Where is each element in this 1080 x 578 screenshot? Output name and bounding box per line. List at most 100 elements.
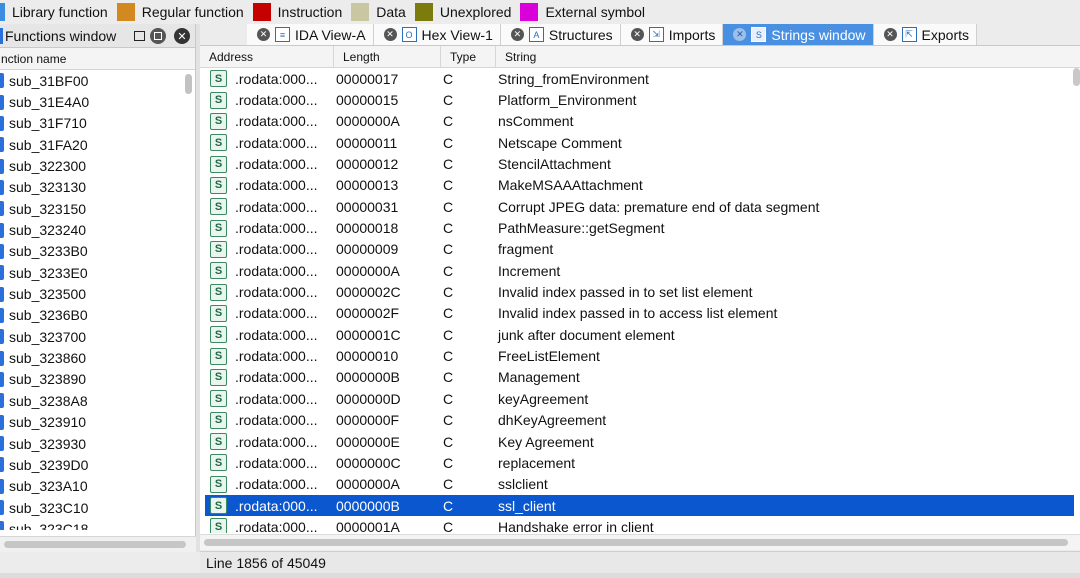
table-row[interactable]: S .rodata:000... 0000000B C Management xyxy=(205,367,1074,388)
hex-view-icon: O xyxy=(401,27,417,42)
table-row[interactable]: S .rodata:000... 00000031 C Corrupt JPEG dat… xyxy=(205,196,1074,217)
close-tab-icon[interactable]: ✕ xyxy=(383,28,397,41)
function-list-item[interactable]: sub_323C10 xyxy=(0,497,195,518)
close-icon[interactable]: ✕ xyxy=(174,28,190,44)
close-tab-icon[interactable]: ✕ xyxy=(257,28,270,41)
cell-string: Handshake error in client xyxy=(498,518,654,533)
tab-label: Exports xyxy=(921,26,969,43)
close-tab-icon[interactable]: ✕ xyxy=(733,28,747,41)
function-list-item[interactable]: sub_322300 xyxy=(0,155,195,176)
string-icon: S xyxy=(210,433,227,451)
horizontal-scrollbar[interactable] xyxy=(200,534,1080,550)
functions-window: Functions window ✕ nction name sub_31BF0… xyxy=(0,24,196,552)
table-row[interactable]: S .rodata:000... 00000017 C String_fromEnvir… xyxy=(205,68,1074,89)
cell-string: Platform_Environment xyxy=(498,92,637,109)
table-row[interactable]: S .rodata:000... 0000001A C Handshake error … xyxy=(205,516,1074,533)
table-row[interactable]: S .rodata:000... 0000002C C Invalid index pa… xyxy=(205,281,1074,302)
table-row[interactable]: S .rodata:000... 0000000B Cssl_client xyxy=(205,494,1074,517)
function-list-item[interactable]: sub_323130 xyxy=(0,177,195,198)
cell-type: C xyxy=(443,284,454,301)
vertical-scrollbar[interactable] xyxy=(1073,68,1080,86)
float-window-icon[interactable] xyxy=(150,28,166,44)
tab-strings-window[interactable]: ✕ S Strings window xyxy=(723,24,874,45)
table-row[interactable]: S .rodata:000... 0000000A Csslclient xyxy=(205,474,1074,495)
function-list-item[interactable]: sub_3233B0 xyxy=(0,241,195,262)
tab-hex-view-1[interactable]: ✕ O Hex View-1 xyxy=(373,24,501,45)
function-icon xyxy=(0,307,4,323)
function-icon xyxy=(0,393,4,409)
close-tab-icon[interactable]: ✕ xyxy=(630,28,644,41)
close-tab-icon[interactable]: ✕ xyxy=(883,28,897,41)
table-row[interactable]: S .rodata:000... 00000015 C Platform_Environ… xyxy=(205,89,1074,110)
string-icon: S xyxy=(210,497,227,515)
table-row[interactable]: S .rodata:000... 0000000F CdhKeyAgreement xyxy=(205,410,1074,431)
cell-address: .rodata:000... xyxy=(235,476,318,493)
table-row[interactable]: S .rodata:000... 00000011 C Netscape Comment xyxy=(205,132,1074,153)
function-list-item[interactable]: sub_31BF00 xyxy=(0,70,195,91)
table-row[interactable]: S .rodata:000... 0000000A CnsComment xyxy=(205,111,1074,132)
function-list-item[interactable]: sub_323500 xyxy=(0,283,195,304)
table-row[interactable]: S .rodata:000... 0000001C Cjunk after docum… xyxy=(205,324,1074,345)
table-row[interactable]: S .rodata:000... 0000000C Creplacement xyxy=(205,452,1074,473)
table-row[interactable]: S .rodata:000... 00000012 C StencilAttachmen… xyxy=(205,153,1074,174)
function-list-item[interactable]: sub_3233E0 xyxy=(0,262,195,283)
column-address[interactable]: Address xyxy=(200,46,334,67)
function-list-item[interactable]: sub_323240 xyxy=(0,219,195,240)
function-list-item[interactable]: sub_323860 xyxy=(0,347,195,368)
table-row[interactable]: S .rodata:000... 0000002F C Invalid index pa… xyxy=(205,303,1074,324)
string-icon: S xyxy=(210,454,227,472)
imports-icon: ⇲ xyxy=(648,27,664,42)
column-length[interactable]: Length xyxy=(334,46,441,67)
cell-length: 00000010 xyxy=(336,348,399,365)
function-icon xyxy=(0,94,4,110)
cell-length: 0000000A xyxy=(336,113,400,130)
tab-structures[interactable]: ✕ A Structures xyxy=(500,24,621,45)
table-row[interactable]: S .rodata:000... 0000000D CkeyAgreement xyxy=(205,388,1074,409)
tab-imports[interactable]: ✕ ⇲ Imports xyxy=(620,24,724,45)
function-list-item[interactable]: sub_323890 xyxy=(0,369,195,390)
table-row[interactable]: S .rodata:000... 0000000A C Increment xyxy=(205,260,1074,281)
table-row[interactable]: S .rodata:000... 0000000E C Key Agreement xyxy=(205,431,1074,452)
column-type[interactable]: Type xyxy=(441,46,496,67)
function-list-item[interactable]: sub_3238A8 xyxy=(0,390,195,411)
cell-address: .rodata:000... xyxy=(235,454,318,471)
function-list-item[interactable]: sub_323910 xyxy=(0,412,195,433)
cell-string: Management xyxy=(498,369,580,386)
function-list-item[interactable]: sub_31E4A0 xyxy=(0,91,195,112)
legend-swatch xyxy=(414,3,433,21)
pane-edge-marker xyxy=(0,27,3,44)
cell-address: .rodata:000... xyxy=(235,497,318,514)
horizontal-scrollbar[interactable] xyxy=(0,536,196,552)
function-list-item[interactable]: sub_31FA20 xyxy=(0,134,195,155)
string-icon: S xyxy=(210,283,227,301)
restore-icon[interactable] xyxy=(131,28,147,44)
tab-exports[interactable]: ✕ ⇱ Exports xyxy=(873,24,977,45)
cell-address: .rodata:000... xyxy=(235,348,318,365)
function-list-item[interactable]: sub_323930 xyxy=(0,433,195,454)
function-list-item[interactable]: sub_323700 xyxy=(0,326,195,347)
table-row[interactable]: S .rodata:000... 00000013 C MakeMSAAAttachme… xyxy=(205,175,1074,196)
cell-type: C xyxy=(443,70,454,87)
table-row[interactable]: S .rodata:000... 00000010 C FreeListElement xyxy=(205,345,1074,366)
table-row[interactable]: S .rodata:000... 00000009 Cfragment xyxy=(205,239,1074,260)
table-row[interactable]: S .rodata:000... 00000018 C PathMeasure::get… xyxy=(205,217,1074,238)
function-list-item[interactable]: sub_323A10 xyxy=(0,476,195,497)
cell-length: 00000009 xyxy=(336,241,399,258)
column-string[interactable]: String xyxy=(496,46,1080,67)
tab-ida-view-a[interactable]: ✕ ≡ IDA View-A xyxy=(247,24,374,45)
cell-string: dhKeyAgreement xyxy=(498,412,607,429)
function-name-column-header[interactable]: nction name xyxy=(0,48,195,70)
vertical-scrollbar[interactable] xyxy=(185,74,192,94)
function-list-item[interactable]: sub_323C18 xyxy=(0,518,195,530)
close-tab-icon[interactable]: ✕ xyxy=(510,28,524,41)
function-list-item[interactable]: sub_3239D0 xyxy=(0,454,195,475)
function-name: sub_31E4A0 xyxy=(9,94,90,111)
string-icon: S xyxy=(210,112,227,130)
function-name: sub_31FA20 xyxy=(9,136,88,153)
function-list-item[interactable]: sub_323150 xyxy=(0,198,195,219)
function-list-item[interactable]: sub_3236B0 xyxy=(0,305,195,326)
function-list-item[interactable]: sub_31F710 xyxy=(0,113,195,134)
cell-length: 00000015 xyxy=(336,92,399,109)
cell-string: ssl_client xyxy=(498,497,556,514)
cell-string: Invalid index passed in to set list elem… xyxy=(498,284,753,301)
